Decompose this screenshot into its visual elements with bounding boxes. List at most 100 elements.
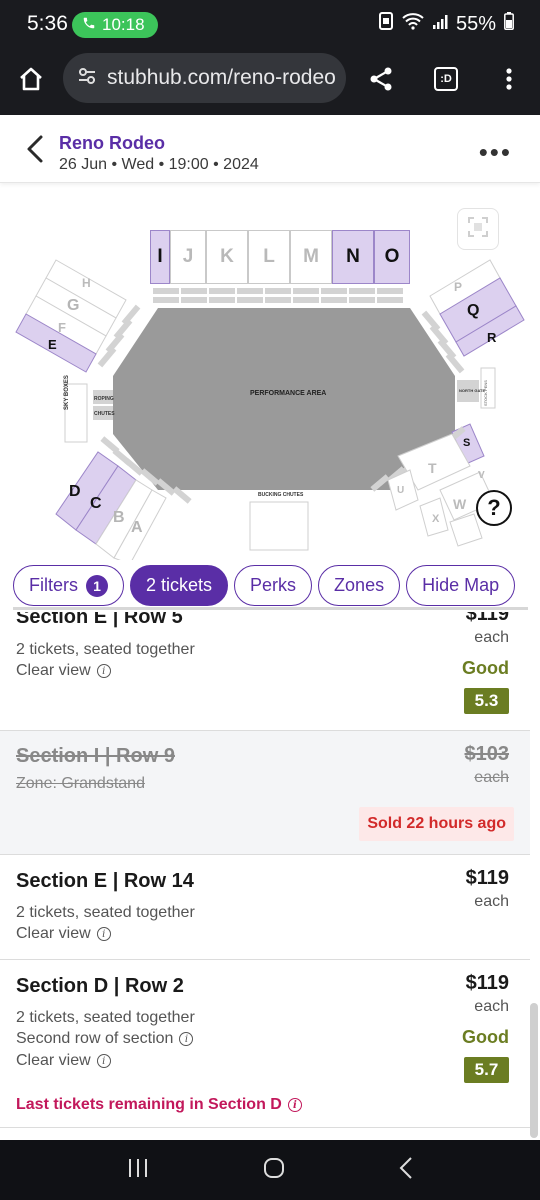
zones-chip[interactable]: Zones xyxy=(318,565,401,606)
zones-chip-label: Zones xyxy=(334,575,385,595)
listing-item[interactable]: Section E | Row 14 2 tickets, seated tog… xyxy=(0,855,530,960)
info-icon[interactable]: i xyxy=(287,1098,302,1112)
tabs-icon: :D xyxy=(434,67,458,91)
section-g[interactable]: G xyxy=(67,297,79,315)
recent-apps-icon[interactable] xyxy=(126,1157,150,1184)
listing-price-unit: each xyxy=(474,629,509,646)
listing-rating-label: Good xyxy=(462,1027,509,1047)
listing-item[interactable]: Section D | Row 2 2 tickets, seated toge… xyxy=(0,960,530,1128)
battery-percent: 55% xyxy=(455,12,496,35)
scrollbar[interactable] xyxy=(530,1003,538,1138)
listing-item[interactable]: Section E | Row 5 2 tickets, seated toge… xyxy=(0,610,530,731)
section-i[interactable]: I xyxy=(150,230,170,284)
section-b[interactable]: B xyxy=(113,509,125,527)
section-u[interactable]: U xyxy=(397,485,404,496)
filters-chip-label: Filters xyxy=(29,575,78,595)
info-icon[interactable]: i xyxy=(96,927,111,941)
map-help-button[interactable]: ? xyxy=(476,490,512,526)
section-f[interactable]: F xyxy=(58,320,66,335)
listing-score-badge: 5.7 xyxy=(464,1057,509,1083)
filters-chip[interactable]: Filters 1 xyxy=(13,565,124,606)
stock-pens-label: STOCK PENS xyxy=(483,380,488,406)
listing-feature: Clear view i xyxy=(16,925,111,943)
section-e[interactable]: E xyxy=(48,337,57,352)
section-t[interactable]: T xyxy=(428,460,437,476)
listing-quantity-note: 2 tickets, seated together xyxy=(16,904,195,921)
seat-map[interactable]: I J K L M N O PERFORMANCE AREA SKY BOXES… xyxy=(0,184,540,564)
section-m[interactable]: M xyxy=(290,230,332,284)
listing-list: Section E | Row 5 2 tickets, seated toge… xyxy=(0,610,530,1140)
quantity-chip[interactable]: 2 tickets xyxy=(130,565,229,606)
performance-area-label: PERFORMANCE AREA xyxy=(250,390,327,397)
more-options-icon[interactable]: ••• xyxy=(479,137,512,168)
back-nav-icon[interactable] xyxy=(398,1156,414,1185)
section-a[interactable]: A xyxy=(131,519,143,537)
last-tickets-alert: Last tickets remaining in Section Di xyxy=(16,1096,302,1114)
info-icon[interactable]: i xyxy=(179,1032,194,1046)
wifi-icon xyxy=(402,12,424,36)
site-settings-icon[interactable] xyxy=(77,67,97,90)
hide-map-chip-label: Hide Map xyxy=(422,575,500,595)
info-icon[interactable]: i xyxy=(96,1054,111,1068)
section-j[interactable]: J xyxy=(170,230,206,284)
perks-chip[interactable]: Perks xyxy=(234,565,313,606)
system-nav-bar xyxy=(0,1140,540,1200)
address-bar[interactable]: stubhub.com/reno-rodeo xyxy=(63,53,346,103)
event-title[interactable]: Reno Rodeo xyxy=(59,133,165,154)
hide-map-chip[interactable]: Hide Map xyxy=(406,565,516,606)
listing-quantity-note: 2 tickets, seated together xyxy=(16,1009,195,1026)
listing-title: Section D | Row 2 xyxy=(16,975,184,997)
section-r[interactable]: R xyxy=(487,330,496,345)
section-h[interactable]: H xyxy=(82,276,91,290)
section-o[interactable]: O xyxy=(374,230,410,284)
event-header: Reno Rodeo 26 Jun • Wed • 19:00 • 2024 •… xyxy=(0,115,540,183)
listing-rating-label: Good xyxy=(462,658,509,678)
listing-zone: Zone: Grandstand xyxy=(16,775,145,792)
roping-label: ROPING xyxy=(94,396,114,402)
chips-divider xyxy=(13,607,528,610)
listing-price: $119 xyxy=(465,610,509,625)
perks-chip-label: Perks xyxy=(250,575,297,595)
filter-chip-bar: Filters 1 2 tickets Perks Zones Hide Map xyxy=(0,560,540,612)
section-v[interactable]: V xyxy=(478,470,485,481)
home-nav-icon[interactable] xyxy=(262,1156,286,1185)
nfc-icon xyxy=(378,12,394,36)
listing-price-unit: each xyxy=(474,893,509,910)
phone-icon xyxy=(82,15,96,35)
section-q[interactable]: Q xyxy=(467,302,479,320)
listing-price-unit: each xyxy=(474,769,509,786)
url-text: stubhub.com/reno-rodeo xyxy=(107,66,336,89)
north-gate-label: NORTH GATE xyxy=(459,388,486,393)
section-l[interactable]: L xyxy=(248,230,290,284)
section-x[interactable]: X xyxy=(432,513,439,525)
share-icon[interactable] xyxy=(362,60,400,98)
browser-toolbar: stubhub.com/reno-rodeo :D xyxy=(0,50,540,108)
section-d[interactable]: D xyxy=(69,483,81,501)
status-bar: 5:36 10:18 55% xyxy=(0,0,540,48)
tab-switcher-button[interactable]: :D xyxy=(427,60,465,98)
section-p[interactable]: P xyxy=(454,280,462,294)
section-n[interactable]: N xyxy=(332,230,374,284)
home-icon[interactable] xyxy=(12,60,50,98)
listing-feature: Clear view i xyxy=(16,1052,111,1070)
filters-count-badge: 1 xyxy=(86,574,108,597)
call-indicator[interactable]: 10:18 xyxy=(72,12,158,38)
tabs-label: :D xyxy=(440,73,452,85)
sky-boxes-label: SKY BOXES xyxy=(64,375,70,410)
listing-feature: Clear view i xyxy=(16,662,111,680)
back-arrow-icon[interactable] xyxy=(22,133,48,170)
call-time: 10:18 xyxy=(102,15,145,34)
browser-chrome: 5:36 10:18 55% stubhub.com/reno-rodeo:D xyxy=(0,0,540,115)
battery-icon xyxy=(504,12,514,36)
status-time: 5:36 xyxy=(27,12,68,35)
section-c[interactable]: C xyxy=(90,495,102,513)
help-icon: ? xyxy=(487,495,501,520)
section-s[interactable]: S xyxy=(463,437,470,449)
sold-badge: Sold 22 hours ago xyxy=(359,807,514,841)
section-w[interactable]: W xyxy=(453,496,466,512)
map-reset-button[interactable] xyxy=(457,208,499,250)
info-icon[interactable]: i xyxy=(96,664,111,678)
overflow-menu-icon[interactable] xyxy=(490,60,528,98)
left-upper-stands xyxy=(15,259,141,373)
section-k[interactable]: K xyxy=(206,230,248,284)
